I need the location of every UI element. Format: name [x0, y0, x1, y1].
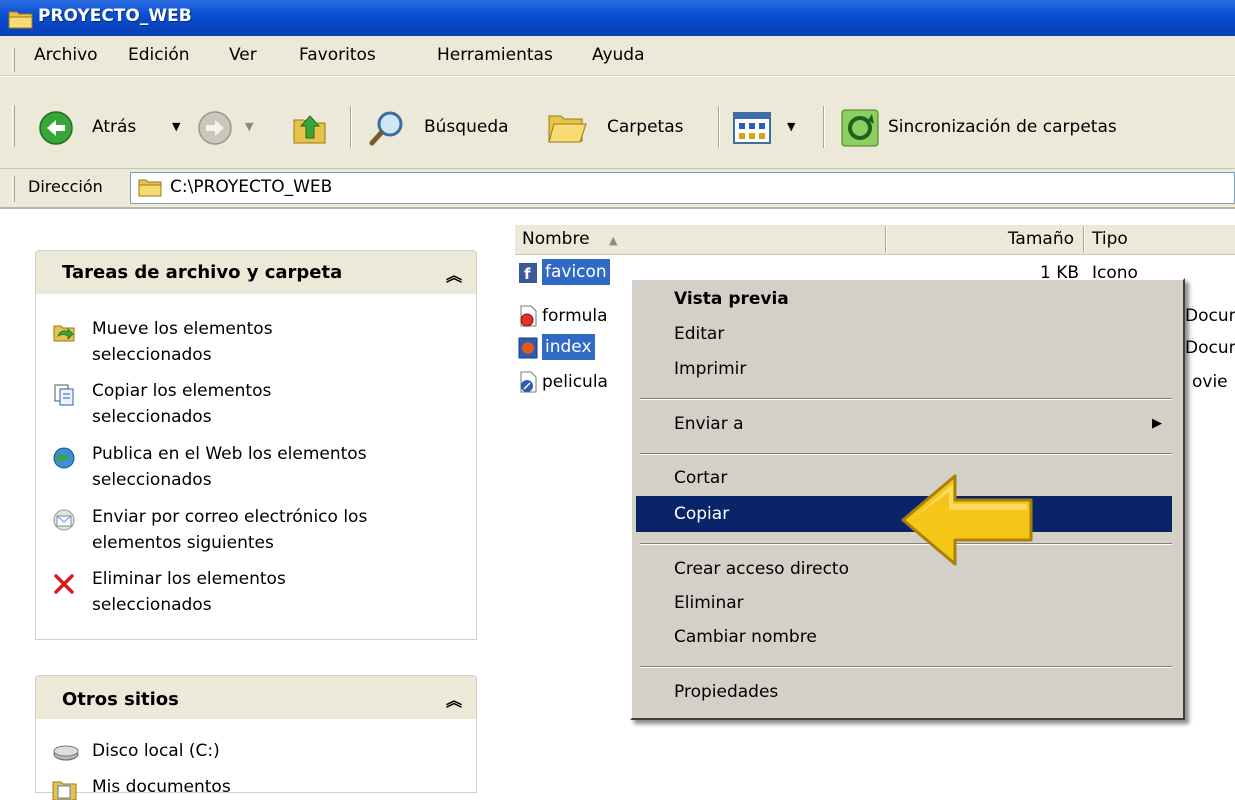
menu-separator: [640, 398, 1172, 400]
back-button[interactable]: Atrás ▼: [34, 106, 184, 150]
menu-item-create-shortcut[interactable]: Crear acceso directo: [674, 559, 849, 579]
task-publish-line1[interactable]: Publica en el Web los elementos: [92, 441, 367, 467]
column-size[interactable]: Tamaño: [888, 225, 1082, 255]
address-grip[interactable]: [12, 176, 15, 202]
column-type[interactable]: Tipo: [1088, 225, 1235, 255]
file-name[interactable]: pelicula: [542, 368, 608, 396]
menu-ayuda[interactable]: Ayuda: [592, 45, 645, 65]
movie-file-icon: [520, 371, 537, 393]
other-places-title[interactable]: Otros sitios: [62, 689, 179, 710]
file-type: Docum: [1185, 338, 1235, 358]
folder-icon: [138, 179, 162, 197]
menu-edicion[interactable]: Edición: [128, 45, 190, 65]
place-my-documents[interactable]: Mis documentos: [92, 774, 231, 800]
delete-icon: [54, 574, 74, 594]
task-move-line1[interactable]: Mueve los elementos: [92, 316, 273, 342]
menu-archivo[interactable]: Archivo: [34, 45, 98, 65]
task-delete-line2[interactable]: seleccionados: [92, 592, 212, 618]
move-icon: [53, 325, 75, 342]
menu-item-delete[interactable]: Eliminar: [674, 593, 744, 613]
chevron-down-icon[interactable]: ▼: [787, 120, 795, 133]
folder-up-icon[interactable]: [290, 108, 330, 148]
publish-web-icon: [53, 447, 75, 469]
views-icon: [733, 112, 771, 144]
column-divider[interactable]: [885, 226, 887, 253]
task-move-line2[interactable]: seleccionados: [92, 342, 212, 368]
address-value[interactable]: C:\PROYECTO_WEB: [170, 177, 332, 197]
tasks-panel-title[interactable]: Tareas de archivo y carpeta: [62, 262, 342, 283]
menu-herramientas[interactable]: Herramientas: [437, 45, 553, 65]
menu-item-cut[interactable]: Cortar: [674, 468, 727, 488]
menu-ver[interactable]: Ver: [229, 45, 257, 65]
file-name[interactable]: index: [542, 334, 595, 360]
collapse-icon[interactable]: ︽: [446, 262, 462, 286]
back-label: Atrás: [92, 117, 137, 137]
toolbar-separator: [718, 106, 720, 148]
search-button[interactable]: Búsqueda: [368, 106, 528, 150]
copy-icon: [54, 384, 74, 406]
sync-label: Sincronización de carpetas: [888, 117, 1117, 137]
place-local-disk[interactable]: Disco local (C:): [92, 738, 220, 764]
task-email-line2[interactable]: elementos siguientes: [92, 530, 274, 556]
menu-item-rename[interactable]: Cambiar nombre: [674, 627, 817, 647]
column-divider[interactable]: [1083, 226, 1085, 253]
folders-label: Carpetas: [607, 117, 684, 137]
menu-separator: [640, 453, 1172, 455]
sync-folders-button[interactable]: Sincronización de carpetas: [840, 106, 1160, 150]
menu-item-preview[interactable]: Vista previa: [674, 289, 789, 309]
file-type: ovie: [1192, 372, 1228, 392]
favicon-file-icon: f: [519, 263, 537, 283]
toolbar-separator: [823, 106, 825, 148]
search-label: Búsqueda: [424, 117, 509, 137]
task-delete-line1[interactable]: Eliminar los elementos: [92, 566, 286, 592]
search-icon: [369, 111, 403, 146]
folders-icon: [548, 115, 587, 143]
menu-item-properties[interactable]: Propiedades: [674, 682, 778, 702]
arrow-annotation-icon: [901, 474, 1033, 566]
menu-favoritos[interactable]: Favoritos: [299, 45, 376, 65]
folder-icon: [8, 11, 33, 29]
chevron-down-icon[interactable]: ▼: [172, 120, 180, 133]
address-label: Dirección: [28, 177, 103, 196]
menu-grip[interactable]: [12, 48, 15, 72]
menu-item-copy[interactable]: Copiar: [674, 504, 729, 524]
email-icon: [53, 509, 75, 531]
documents-icon: [52, 781, 77, 800]
back-arrow-icon: [39, 111, 73, 145]
menu-item-send-to[interactable]: Enviar a: [674, 414, 744, 434]
collapse-icon[interactable]: ︽: [446, 687, 462, 711]
file-name[interactable]: formula: [542, 302, 608, 330]
sync-icon: [841, 109, 879, 147]
svg-text:f: f: [524, 265, 531, 283]
sort-ascending-icon: ▲: [608, 234, 618, 247]
views-button[interactable]: ▼: [733, 106, 813, 150]
file-name[interactable]: favicon: [542, 259, 610, 285]
menu-item-edit[interactable]: Editar: [674, 324, 724, 344]
file-type: Docume: [1185, 306, 1235, 326]
task-copy-line1[interactable]: Copiar los elementos: [92, 378, 271, 404]
html-file-icon: [518, 337, 538, 359]
window-title: PROYECTO_WEB: [38, 6, 192, 26]
task-email-line1[interactable]: Enviar por correo electrónico los: [92, 504, 367, 530]
submenu-arrow-icon: ▶: [1152, 416, 1162, 431]
forward-button[interactable]: ▼: [195, 106, 265, 150]
disk-icon: [53, 745, 79, 761]
chevron-down-icon[interactable]: ▼: [245, 120, 253, 133]
menu-separator: [640, 666, 1172, 668]
column-name[interactable]: Nombre ▲: [518, 225, 884, 255]
folders-button[interactable]: Carpetas: [545, 106, 710, 150]
document-file-icon: [520, 305, 537, 327]
task-copy-line2[interactable]: seleccionados: [92, 404, 212, 430]
forward-arrow-icon: [198, 111, 232, 145]
column-name-label: Nombre: [522, 229, 590, 249]
task-publish-line2[interactable]: seleccionados: [92, 467, 212, 493]
menu-item-print[interactable]: Imprimir: [674, 359, 746, 379]
toolbar-grip[interactable]: [12, 105, 15, 147]
toolbar-separator: [350, 106, 352, 148]
